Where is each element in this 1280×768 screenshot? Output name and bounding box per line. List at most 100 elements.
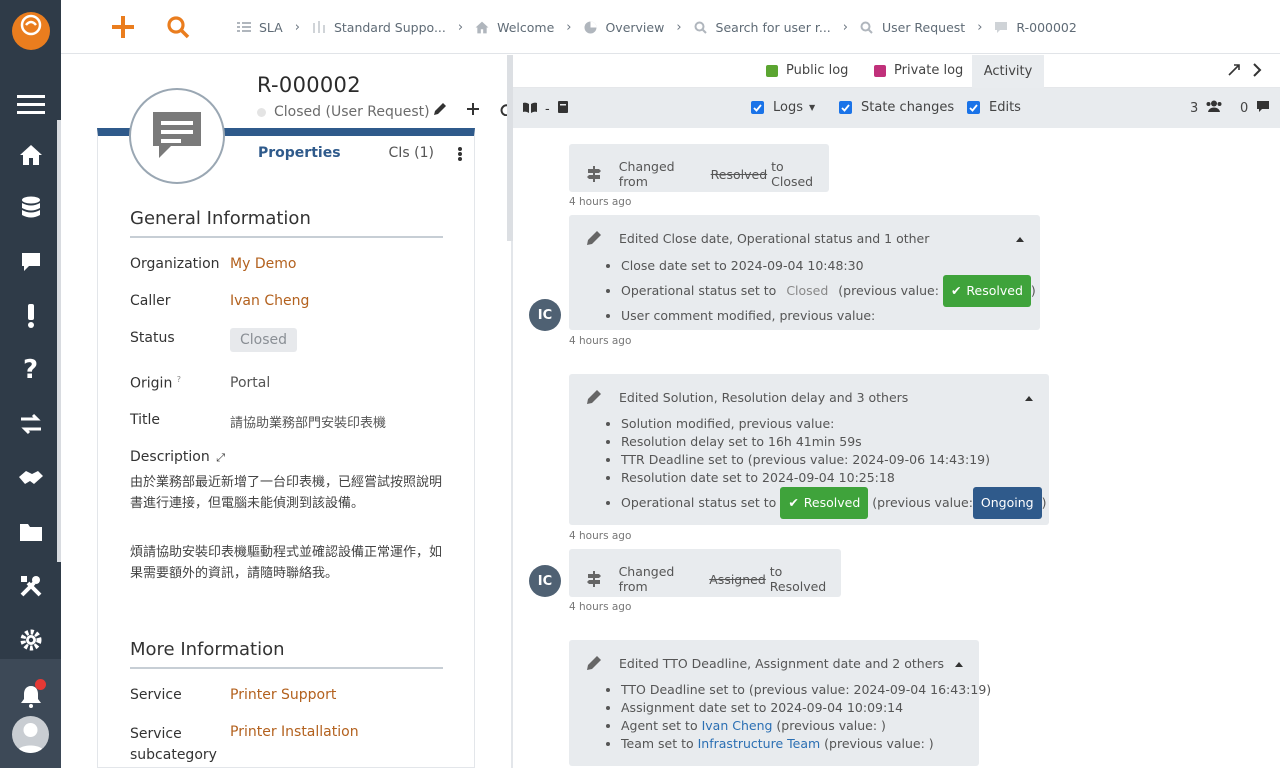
gear-icon[interactable]: [0, 620, 61, 660]
tab-properties[interactable]: Properties: [258, 145, 341, 161]
change-list: Close date set to 2024-09-04 10:48:30 Op…: [621, 257, 1036, 325]
home-icon[interactable]: [0, 135, 61, 175]
description-label-text: Description: [130, 449, 210, 465]
bell-icon[interactable]: [0, 676, 61, 716]
chevron-right-icon: ›: [294, 19, 300, 35]
description-paragraph-2: 煩請協助安裝印表機驅動程式並確認設備正常運作，如果需要額外的資訊，請隨時聯絡我。: [130, 545, 443, 581]
home-icon: [475, 20, 489, 34]
caret-down-icon[interactable]: ▼: [809, 103, 815, 112]
chat-icon[interactable]: [0, 242, 61, 282]
change-item: Resolution delay set to 16h 41min 59s: [621, 433, 1047, 451]
handshake-icon[interactable]: [0, 458, 61, 498]
breadcrumb-item-sla[interactable]: SLA ›: [237, 20, 312, 35]
timestamp: 4 hours ago: [569, 335, 632, 347]
edit-button[interactable]: [430, 99, 450, 119]
object-actions: [430, 99, 516, 119]
subcategory-label-line1: Service: [130, 726, 182, 742]
breadcrumb-label: R-000002: [1016, 19, 1077, 35]
team-link[interactable]: Infrastructure Team: [698, 736, 821, 751]
breadcrumb-item-standard-support[interactable]: Standard Suppo... ›: [312, 20, 475, 35]
collapse-icon[interactable]: [1228, 64, 1240, 80]
status-value: Closed: [786, 283, 829, 298]
change-item: Resolution date set to 2024-09-04 10:25:…: [621, 469, 1047, 487]
pie-icon: [583, 20, 597, 34]
breadcrumb-label: SLA: [259, 19, 283, 35]
filter-label: Logs: [773, 100, 803, 115]
filter-logs-checkbox[interactable]: Logs ▼: [751, 100, 815, 115]
tab-label: Public log: [786, 63, 849, 78]
change-item: Assignment date set to 2024-09-04 10:09:…: [621, 699, 991, 717]
help-hint-icon[interactable]: ?: [177, 375, 181, 384]
entry-title: Edited Close date, Operational status an…: [619, 230, 930, 246]
breadcrumb-item-current[interactable]: R-000002: [994, 19, 1077, 35]
search-icon: [860, 20, 874, 34]
breadcrumb-item-overview[interactable]: Overview ›: [583, 20, 693, 35]
chevron-right-icon: ›: [842, 19, 848, 35]
signpost-icon: [585, 570, 603, 588]
collapse-caret-icon[interactable]: [1025, 396, 1033, 401]
field-value-service[interactable]: Printer Support: [230, 687, 336, 703]
chevron-right-icon[interactable]: [1253, 63, 1262, 81]
closed-book-icon[interactable]: [557, 101, 568, 117]
tab-private-log[interactable]: Private log: [874, 63, 963, 78]
global-search-button[interactable]: [163, 12, 193, 42]
filter-state-checkbox[interactable]: State changes: [839, 100, 954, 115]
add-button[interactable]: [463, 99, 483, 119]
tab-cis[interactable]: CIs (1): [389, 145, 434, 161]
user-avatar[interactable]: [12, 716, 49, 753]
collapse-caret-icon[interactable]: [955, 662, 963, 667]
details-tabs: Properties CIs (1): [258, 145, 434, 161]
agent-link[interactable]: Ivan Cheng: [702, 718, 773, 733]
message-icon: [153, 112, 201, 158]
public-log-color: [766, 64, 778, 77]
help-icon[interactable]: ?: [0, 350, 61, 390]
field-label-subcategory: Service subcategory: [130, 724, 217, 766]
change-list: Solution modified, previous value: Resol…: [621, 415, 1047, 519]
plus-icon: [112, 16, 134, 38]
entry-title: Edited Solution, Resolution delay and 3 …: [619, 389, 909, 405]
field-value-organization[interactable]: My Demo: [230, 256, 296, 272]
activity-entry-edit: Edited TTO Deadline, Assignment date and…: [569, 640, 991, 766]
folder-icon[interactable]: [0, 512, 61, 552]
message-icon: [994, 20, 1008, 34]
breadcrumb-item-search-user-request[interactable]: Search for user r... ›: [694, 20, 860, 35]
collapse-caret-icon[interactable]: [1016, 237, 1024, 242]
exchange-icon[interactable]: [0, 404, 61, 444]
breadcrumb-item-welcome[interactable]: Welcome ›: [475, 20, 583, 35]
change-list: TTO Deadline set to (previous value: 202…: [621, 681, 991, 753]
previous-state: Resolved: [710, 166, 768, 182]
messages-count: 0: [1240, 101, 1249, 116]
field-value-caller[interactable]: Ivan Cheng: [230, 293, 309, 309]
more-options-icon[interactable]: [457, 146, 463, 166]
open-book-icon[interactable]: [523, 102, 537, 117]
filter-edits-checkbox[interactable]: Edits: [967, 100, 1021, 115]
exclamation-icon[interactable]: [0, 296, 61, 336]
author-avatar: IC: [529, 299, 561, 331]
breadcrumb: SLA › Standard Suppo... › Welcome › Over…: [237, 0, 1077, 54]
field-value-subcategory[interactable]: Printer Installation: [230, 724, 359, 740]
expand-icon[interactable]: ⤢: [216, 451, 225, 464]
breadcrumb-label: User Request: [881, 19, 966, 35]
menu-icon[interactable]: [0, 84, 61, 124]
database-icon[interactable]: [0, 188, 61, 228]
app-logo[interactable]: [12, 12, 50, 50]
participants-counter[interactable]: 3: [1190, 100, 1222, 116]
pencil-icon: [585, 654, 603, 672]
tools-icon[interactable]: [0, 566, 61, 606]
change-prefix: Changed from: [618, 564, 675, 594]
notification-badge: [35, 679, 46, 690]
change-text: (previous value: ): [776, 718, 886, 733]
messages-counter[interactable]: 0: [1240, 100, 1270, 117]
field-label-organization: Organization: [130, 256, 220, 272]
new-object-button[interactable]: [108, 12, 138, 42]
tab-activity[interactable]: Activity: [972, 55, 1044, 88]
object-title: R-000002: [257, 73, 361, 97]
main-nav-rail: ?: [0, 0, 61, 768]
change-text: Operational status set to: [621, 495, 777, 510]
breadcrumb-label: Overview: [605, 19, 665, 35]
user-request-icon: [129, 88, 225, 184]
tab-public-log[interactable]: Public log: [766, 63, 848, 78]
section-more-title: More Information: [130, 639, 285, 660]
breadcrumb-item-user-request[interactable]: User Request ›: [860, 20, 994, 35]
check-icon: ✔: [950, 283, 962, 298]
